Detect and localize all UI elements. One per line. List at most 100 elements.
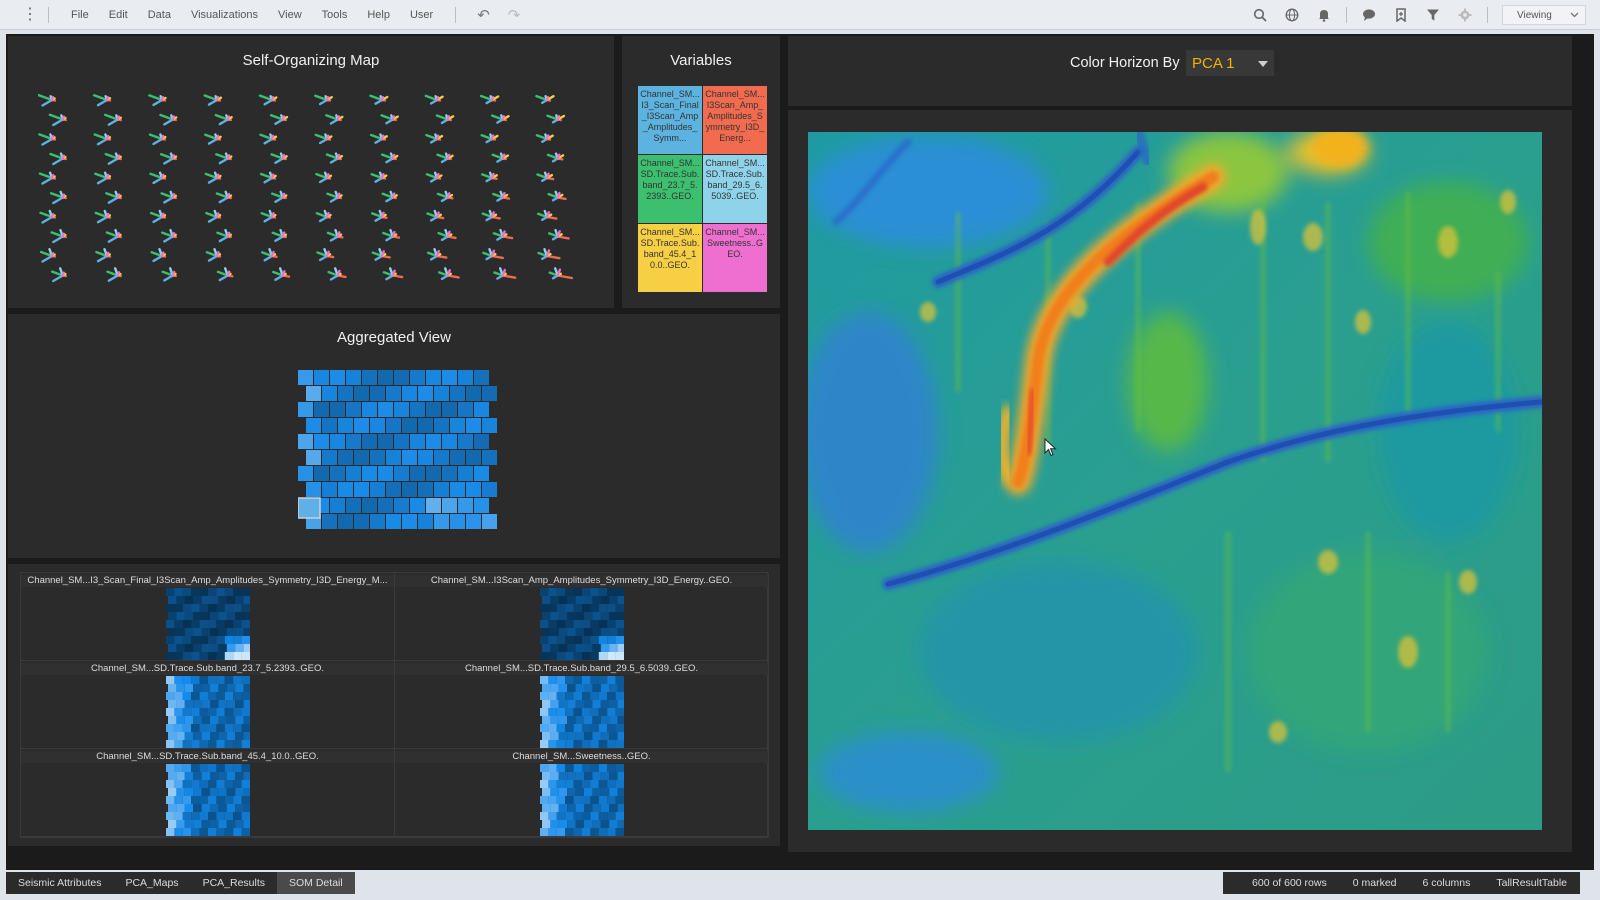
aggregated-cell[interactable] — [466, 450, 481, 465]
som-glyph[interactable] — [382, 228, 401, 242]
aggregated-cell[interactable] — [466, 418, 481, 433]
aggregated-cell[interactable] — [466, 514, 481, 529]
som-glyph[interactable] — [38, 93, 57, 107]
som-glyph[interactable] — [272, 267, 291, 282]
som-glyph[interactable] — [260, 247, 278, 262]
aggregated-cell[interactable] — [346, 434, 361, 449]
aggregated-cell[interactable] — [338, 418, 353, 433]
aggregated-cell[interactable] — [426, 498, 441, 513]
aggregated-cell[interactable] — [402, 386, 417, 401]
aggregated-cell[interactable] — [306, 450, 321, 465]
som-glyph[interactable] — [160, 228, 178, 243]
aggregated-cell[interactable] — [338, 514, 353, 529]
aggregated-cell[interactable] — [298, 434, 313, 449]
aggregated-cell[interactable] — [298, 402, 313, 417]
aggregated-cell[interactable] — [450, 450, 465, 465]
aggregated-cell[interactable] — [362, 402, 377, 417]
som-glyph[interactable] — [327, 267, 347, 281]
som-glyph[interactable] — [491, 152, 509, 163]
aggregated-cell[interactable] — [418, 482, 433, 497]
aggregated-cell[interactable] — [386, 418, 401, 433]
aggregated-cell[interactable] — [354, 450, 369, 465]
aggregated-cell[interactable] — [474, 498, 489, 513]
tab-pca-results[interactable]: PCA_Results — [191, 872, 277, 894]
som-glyph[interactable] — [259, 133, 278, 145]
som-glyph[interactable] — [159, 152, 178, 165]
som-glyph[interactable] — [425, 133, 444, 144]
variable-cell[interactable]: Channel_SM...SD.Trace.Sub.band_23.7_5.23… — [638, 155, 702, 223]
som-glyph[interactable] — [50, 267, 67, 283]
aggregated-cell[interactable] — [394, 434, 409, 449]
aggregated-cell[interactable] — [458, 466, 473, 481]
som-glyph[interactable] — [105, 228, 123, 243]
aggregated-cell[interactable] — [434, 482, 449, 497]
aggregated-cell[interactable] — [362, 498, 377, 513]
menu-help[interactable]: Help — [367, 9, 390, 21]
menu-edit[interactable]: Edit — [109, 9, 128, 21]
som-glyph[interactable] — [426, 247, 448, 261]
aggregated-cell[interactable] — [482, 450, 497, 465]
som-glyph[interactable] — [492, 190, 511, 202]
som-glyph[interactable] — [315, 209, 332, 223]
aggregated-cell[interactable] — [330, 498, 345, 513]
som-detail-cell[interactable]: Channel_SM...I3_Scan_Final_I3Scan_Amp_Am… — [21, 573, 395, 661]
tab-seismic-attributes[interactable]: Seismic Attributes — [6, 872, 113, 894]
som-glyph[interactable] — [94, 209, 112, 224]
aggregated-cell[interactable] — [330, 402, 345, 417]
som-glyph[interactable] — [326, 190, 343, 203]
aggregated-cell[interactable] — [378, 498, 393, 513]
aggregated-cell[interactable] — [474, 370, 489, 385]
som-glyph[interactable] — [95, 247, 112, 263]
bell-icon[interactable] — [1316, 7, 1332, 23]
som-glyph[interactable] — [215, 190, 233, 204]
som-glyph[interactable] — [38, 133, 57, 146]
som-glyph[interactable] — [148, 133, 167, 146]
menu-tools[interactable]: Tools — [322, 9, 348, 21]
aggregated-cell[interactable] — [386, 482, 401, 497]
som-glyph[interactable] — [49, 190, 67, 205]
aggregated-cell[interactable] — [466, 386, 481, 401]
som-glyph[interactable] — [369, 133, 388, 144]
aggregated-cell[interactable] — [354, 418, 369, 433]
som-glyph[interactable] — [94, 171, 112, 185]
aggregated-cell[interactable] — [362, 370, 377, 385]
som-glyph[interactable] — [482, 247, 504, 261]
som-glyph[interactable] — [381, 152, 399, 164]
aggregated-cell[interactable] — [434, 514, 449, 529]
som-glyph[interactable] — [536, 209, 558, 222]
menu-view[interactable]: View — [278, 9, 302, 21]
aggregated-cell[interactable] — [426, 370, 441, 385]
som-glyph[interactable] — [50, 228, 67, 244]
som-glyph[interactable] — [271, 228, 288, 243]
som-glyph[interactable] — [148, 94, 167, 107]
som-glyph[interactable] — [149, 209, 167, 224]
view-mode-dropdown[interactable]: Viewing — [1502, 5, 1586, 25]
som-glyph[interactable] — [260, 209, 277, 223]
aggregated-cell[interactable] — [474, 402, 489, 417]
aggregated-cell[interactable] — [338, 386, 353, 401]
variable-cell[interactable]: Channel_SM...I3Scan_Amp_Amplitudes_Symme… — [703, 86, 767, 154]
som-glyph[interactable] — [269, 114, 289, 125]
som-glyph[interactable] — [204, 171, 222, 184]
aggregated-cell[interactable] — [402, 514, 417, 529]
aggregated-cell[interactable] — [418, 450, 433, 465]
som-glyph[interactable] — [425, 171, 443, 183]
aggregated-cell[interactable] — [386, 514, 401, 529]
som-glyph[interactable] — [316, 247, 335, 262]
som-glyph[interactable] — [150, 247, 167, 263]
tab-pca-maps[interactable]: PCA_Maps — [113, 872, 190, 894]
som-glyph[interactable] — [481, 209, 501, 222]
aggregated-cell[interactable] — [322, 418, 337, 433]
som-glyph-grid[interactable] — [38, 88, 598, 298]
marked-count[interactable]: 0 marked — [1340, 872, 1410, 894]
aggregated-cell[interactable] — [378, 370, 393, 385]
aggregated-cell[interactable] — [378, 434, 393, 449]
aggregated-cell[interactable] — [306, 482, 321, 497]
som-glyph[interactable] — [481, 171, 498, 183]
som-glyph[interactable] — [369, 94, 389, 105]
som-glyph[interactable] — [48, 113, 67, 127]
aggregated-cell[interactable] — [354, 386, 369, 401]
aggregated-cell[interactable] — [314, 434, 329, 449]
aggregated-cell[interactable] — [458, 402, 473, 417]
som-glyph[interactable] — [492, 228, 514, 241]
